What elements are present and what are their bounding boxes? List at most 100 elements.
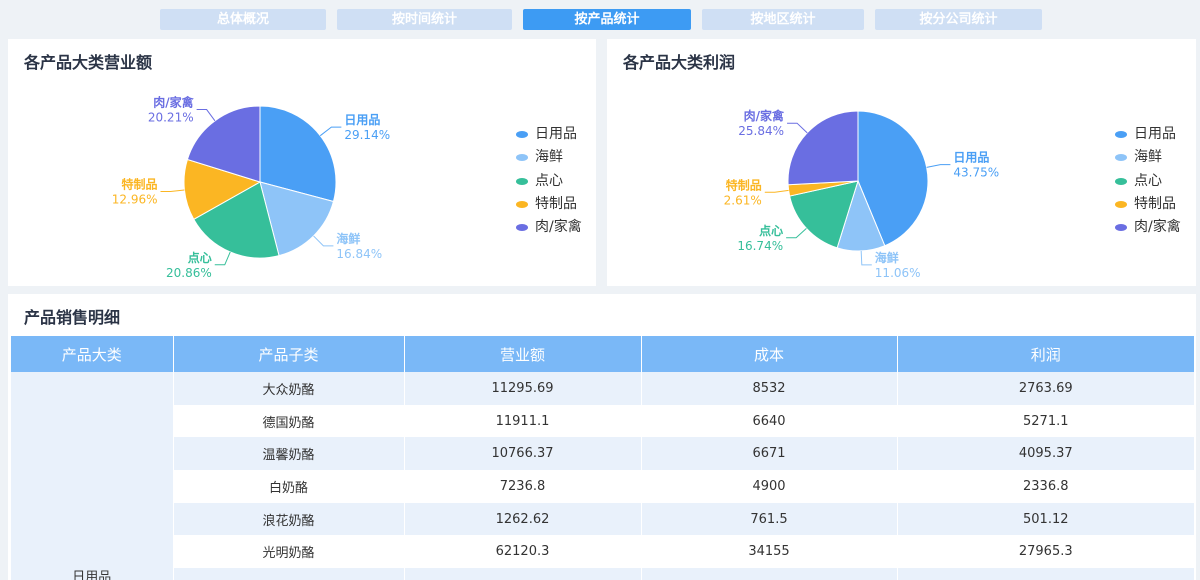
pie-label-percent: 25.84% bbox=[738, 124, 784, 138]
pie-label-category: 日用品 bbox=[344, 113, 380, 127]
legend-item[interactable]: 肉/家禽 bbox=[516, 216, 582, 239]
table-row: 温馨奶酪 10766.37 6671 4095.37 bbox=[11, 437, 1194, 471]
legend-dot-icon bbox=[1115, 131, 1127, 139]
legend-item[interactable]: 日用品 bbox=[516, 123, 582, 146]
column-header-cost[interactable]: 成本 bbox=[640, 336, 897, 372]
pie-leader-line bbox=[786, 227, 807, 239]
pie-slice-4[interactable] bbox=[787, 110, 859, 186]
table-header-row: 产品大类 产品子类 营业额 成本 利润 bbox=[11, 336, 1194, 372]
legend-dot-icon bbox=[1115, 224, 1127, 232]
legend-item[interactable]: 特制品 bbox=[1115, 193, 1181, 216]
tab-by-time[interactable]: 按时间统计 bbox=[337, 9, 512, 30]
legend-label: 海鲜 bbox=[535, 149, 563, 166]
legend-label: 肉/家禽 bbox=[1134, 219, 1181, 236]
pie-leader-line bbox=[764, 189, 789, 193]
cell-subcategory: 光明奶酪 bbox=[172, 535, 404, 569]
legend-label: 日用品 bbox=[535, 126, 577, 143]
pie-leader-line bbox=[196, 109, 216, 122]
legend-dot-icon bbox=[1115, 177, 1127, 185]
tab-bar: 总体概况 按时间统计 按产品统计 按地区统计 按分公司统计 bbox=[0, 0, 1200, 38]
table-title: 产品销售明细 bbox=[24, 308, 121, 327]
legend-item[interactable]: 点心 bbox=[516, 170, 582, 193]
cell-profit: 501.12 bbox=[896, 502, 1194, 536]
legend-label: 肉/家禽 bbox=[535, 219, 582, 236]
pie-label-percent: 20.21% bbox=[148, 111, 194, 125]
legend-item[interactable]: 点心 bbox=[1115, 170, 1181, 193]
tab-by-region[interactable]: 按地区统计 bbox=[702, 9, 864, 30]
legend-label: 特制品 bbox=[1134, 196, 1176, 213]
pie-label-percent: 16.74% bbox=[737, 239, 783, 253]
legend-dot-icon bbox=[516, 131, 528, 139]
cell-profit: 27965.3 bbox=[896, 535, 1194, 569]
pie-leader-line bbox=[787, 122, 808, 134]
table-row: 光明奶酪 62120.3 34155 27965.3 bbox=[11, 535, 1194, 569]
legend-dot-icon bbox=[516, 177, 528, 185]
cell-cost: 761.5 bbox=[640, 502, 897, 536]
cell-revenue: 1262.62 bbox=[403, 502, 641, 536]
legend-dot-icon bbox=[516, 154, 528, 162]
legend-item[interactable]: 海鲜 bbox=[516, 146, 582, 169]
tab-overview[interactable]: 总体概况 bbox=[160, 9, 326, 30]
revenue-legend: 日用品 海鲜 点心 特制品 肉/家禽 bbox=[516, 123, 582, 239]
sales-detail-table-wrap: 产品大类 产品子类 营业额 成本 利润 日用品 大众奶酪 11295.69 85… bbox=[11, 336, 1194, 580]
cell-cost: 4900 bbox=[640, 470, 897, 503]
tab-by-branch[interactable]: 按分公司统计 bbox=[875, 9, 1042, 30]
pie-label-category: 海鲜 bbox=[336, 231, 360, 246]
legend-item[interactable]: 海鲜 bbox=[1115, 146, 1181, 169]
cell-subcategory: 温馨奶酪 bbox=[172, 437, 404, 471]
column-header-revenue[interactable]: 营业额 bbox=[403, 336, 641, 372]
pie-label-percent: 43.75% bbox=[953, 166, 999, 180]
legend-dot-icon bbox=[1115, 201, 1127, 209]
pie-leader-line bbox=[214, 251, 231, 266]
cell-profit: 5271.1 bbox=[896, 404, 1194, 438]
pie-leader-line bbox=[926, 164, 951, 168]
cell-cost bbox=[640, 568, 897, 580]
legend-label: 点心 bbox=[535, 172, 563, 189]
cell-revenue: 11911.1 bbox=[403, 404, 641, 438]
profit-legend: 日用品 海鲜 点心 特制品 肉/家禽 bbox=[1115, 123, 1181, 239]
cell-subcategory bbox=[172, 568, 404, 580]
cell-subcategory: 白奶酪 bbox=[172, 470, 404, 503]
legend-item[interactable]: 肉/家禽 bbox=[1115, 216, 1181, 239]
pie-label-percent: 12.96% bbox=[112, 193, 158, 207]
column-header-category[interactable]: 产品大类 bbox=[11, 336, 173, 372]
pie-label-percent: 16.84% bbox=[336, 247, 382, 261]
cell-profit: 2336.8 bbox=[896, 470, 1194, 503]
revenue-pie-panel: 各产品大类营业额 日用品 29.14% 海鲜 16.84% 点心 20.86% 特制品 12.… bbox=[8, 39, 596, 286]
revenue-pie-chart: 日用品29.14% 海鲜16.84% 点心20.86% 特制品12.96% 肉/家禽20… bbox=[112, 95, 390, 280]
table-row: 德国奶酪 11911.1 6640 5271.1 bbox=[11, 404, 1194, 438]
pie-label-category: 肉/家禽 bbox=[744, 108, 785, 123]
table-row: 日用品 大众奶酪 11295.69 8532 2763.69 bbox=[11, 372, 1194, 580]
tab-by-product[interactable]: 按产品统计 bbox=[523, 9, 691, 30]
cell-subcategory: 大众奶酪 bbox=[172, 372, 404, 405]
sales-detail-table: 产品大类 产品子类 营业额 成本 利润 日用品 大众奶酪 11295.69 85… bbox=[11, 336, 1194, 580]
pie-label-percent: 29.14% bbox=[344, 128, 390, 142]
pie-leader-line bbox=[319, 126, 342, 137]
cell-cost: 8532 bbox=[640, 372, 897, 405]
legend-label: 点心 bbox=[1134, 172, 1162, 189]
table-row bbox=[11, 568, 1194, 580]
pie-label-category: 肉/家禽 bbox=[153, 95, 194, 110]
column-header-subcategory[interactable]: 产品子类 bbox=[172, 336, 404, 372]
table-row: 白奶酪 7236.8 4900 2336.8 bbox=[11, 470, 1194, 503]
pie-leader-line bbox=[860, 250, 872, 266]
cell-revenue bbox=[403, 568, 641, 580]
cell-revenue: 11295.69 bbox=[403, 372, 641, 405]
cell-profit bbox=[896, 568, 1194, 580]
pie-label-category: 特制品 bbox=[121, 177, 157, 192]
cell-cost: 34155 bbox=[640, 535, 897, 569]
pie-label-category: 点心 bbox=[188, 250, 212, 265]
legend-item[interactable]: 特制品 bbox=[516, 193, 582, 216]
cell-subcategory: 德国奶酪 bbox=[172, 404, 404, 438]
pie-label-category: 特制品 bbox=[726, 177, 762, 192]
pie-leader-line bbox=[160, 189, 185, 193]
column-header-profit[interactable]: 利润 bbox=[896, 336, 1194, 372]
pie-label-category: 点心 bbox=[759, 223, 783, 238]
cell-profit: 2763.69 bbox=[896, 372, 1194, 405]
legend-item[interactable]: 日用品 bbox=[1115, 123, 1181, 146]
legend-label: 海鲜 bbox=[1134, 149, 1162, 166]
cell-subcategory: 浪花奶酪 bbox=[172, 502, 404, 536]
legend-label: 特制品 bbox=[535, 196, 577, 213]
cell-revenue: 62120.3 bbox=[403, 535, 641, 569]
legend-dot-icon bbox=[516, 201, 528, 209]
